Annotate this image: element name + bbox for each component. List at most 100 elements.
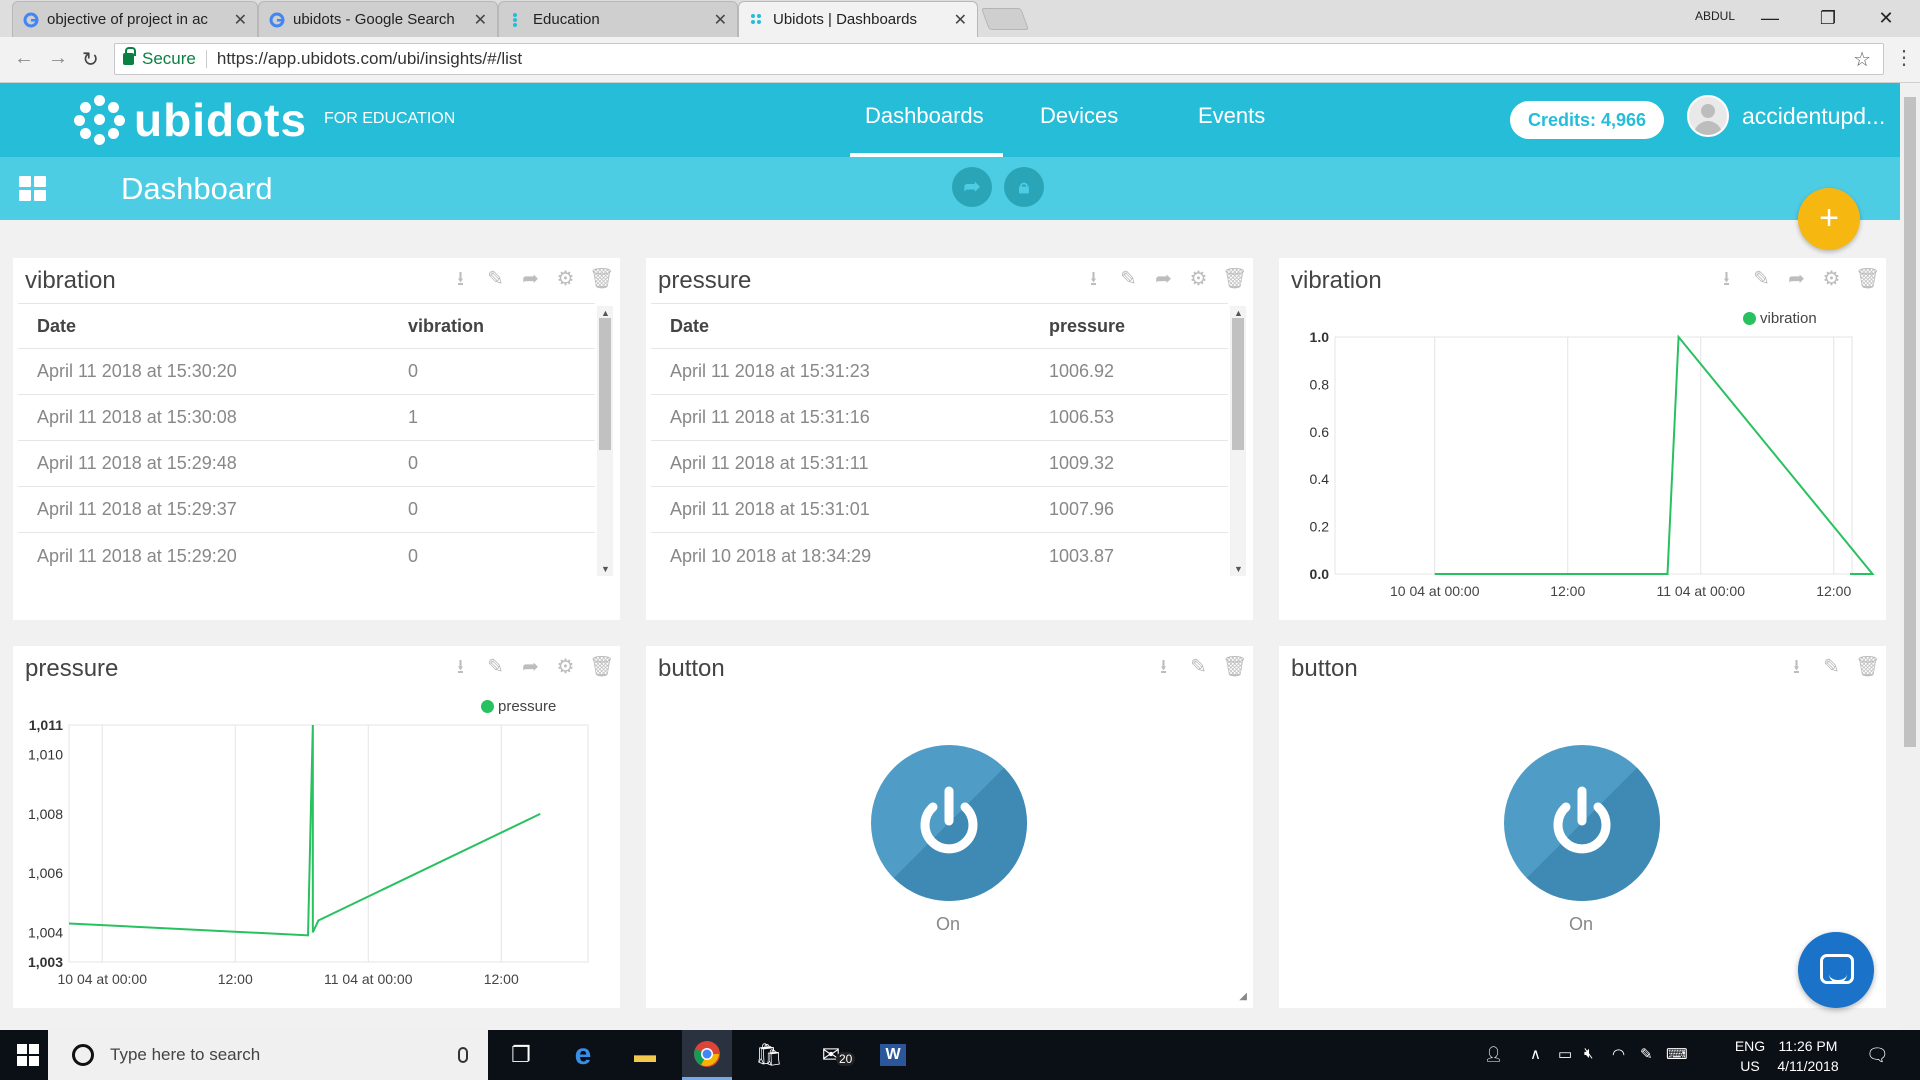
file-explorer-icon[interactable]: ▬ [620, 1030, 670, 1080]
avatar[interactable] [1687, 95, 1729, 137]
widget-title: button [1291, 655, 1358, 682]
windows-start-icon[interactable] [17, 1044, 39, 1066]
microphone-icon[interactable] [458, 1047, 468, 1063]
share-icon[interactable]: ➦ [519, 268, 542, 291]
resize-handle-icon[interactable]: ◢ [1239, 991, 1247, 1002]
trash-icon[interactable]: 🗑︎ [1222, 268, 1247, 291]
language-indicator[interactable]: ENG US [1733, 1036, 1767, 1076]
taskbar-clock[interactable]: 11:26 PM 4/11/2018 [1773, 1036, 1843, 1076]
mail-icon[interactable]: ✉ 20 [806, 1030, 856, 1080]
add-widget-button[interactable]: + [1798, 188, 1860, 250]
action-center-icon[interactable]: 🗨︎ [1866, 1045, 1889, 1066]
download-icon[interactable]: ⭳ [1152, 656, 1175, 679]
ubidots-logo[interactable]: ubidots [74, 93, 307, 147]
page-title: Dashboard [121, 171, 273, 206]
reload-icon[interactable]: ↻ [82, 47, 99, 72]
secure-indicator[interactable]: Secure [123, 47, 196, 69]
nav-devices[interactable]: Devices [1040, 103, 1118, 129]
taskbar-search-box[interactable]: Type here to search [48, 1030, 488, 1080]
nav-events[interactable]: Events [1198, 103, 1265, 129]
table-row: April 11 2018 at 15:31:11 1009.32 [651, 441, 1228, 487]
download-icon[interactable]: ⭳ [1082, 268, 1105, 291]
close-window-icon[interactable]: ✕ [1866, 4, 1906, 32]
trash-icon[interactable]: 🗑︎ [589, 268, 614, 291]
power-toggle-button[interactable] [1504, 745, 1660, 901]
y-tick-label: 0.8 [1310, 376, 1330, 392]
volume-muted-icon[interactable]: 🔇︎ [1584, 1045, 1593, 1062]
x-tick-label: 11 04 at 00:00 [1657, 583, 1746, 599]
pressure-line-chart[interactable]: 10 04 at 00:00 12:00 11 04 at 00:00 12:00 1,… [13, 646, 620, 1008]
secure-label: Secure [142, 49, 196, 68]
power-icon [1553, 786, 1611, 854]
url-text: https://app.ubidots.com/ubi/insights/#/l… [216, 49, 523, 68]
x-tick-label: 12:00 [218, 971, 253, 987]
username[interactable]: accidentupd... [1742, 103, 1885, 130]
word-icon[interactable]: W [868, 1030, 918, 1080]
nav-dashboards[interactable]: Dashboards [865, 103, 984, 129]
menu-kebab-icon[interactable]: ⋮ [1894, 45, 1914, 70]
minimize-icon[interactable]: — [1750, 4, 1790, 32]
browser-tab-2[interactable]: ubidots - Google Search ✕ [258, 1, 498, 37]
address-bar: ← → ↻ Secure https://app.ubidots.com/ubi… [0, 37, 1920, 83]
edit-icon[interactable]: ✎ [1820, 656, 1843, 679]
settings-icon[interactable]: ⚙ [1187, 268, 1210, 291]
table-row: April 11 2018 at 15:30:20 0 [18, 349, 595, 395]
share-icon[interactable]: ➦ [1152, 268, 1175, 291]
back-icon[interactable]: ← [14, 47, 34, 70]
battery-icon[interactable]: ▭ [1558, 1045, 1572, 1063]
table-row: April 10 2018 at 18:34:29 1003.87 [670, 545, 1115, 566]
series-line-pressure[interactable] [68, 724, 541, 937]
y-tick-label: 1,003 [28, 954, 63, 970]
dashboards-grid-icon[interactable] [19, 176, 47, 202]
power-icon [920, 786, 978, 854]
download-icon[interactable]: ⭳ [449, 268, 472, 291]
table-row: April 11 2018 at 15:31:16 1006.53 [651, 395, 1228, 441]
ubidots-icon [513, 12, 517, 27]
trash-icon[interactable]: 🗑︎ [1222, 656, 1247, 679]
download-icon[interactable]: ⭳ [1785, 656, 1808, 679]
task-view-icon[interactable]: ❐ [496, 1030, 546, 1080]
pen-icon[interactable]: ✎ [1640, 1045, 1653, 1063]
x-tick-label: 12:00 [1816, 583, 1851, 599]
y-tick-label: 0.6 [1310, 424, 1330, 440]
bookmark-star-icon[interactable]: ☆ [1853, 47, 1871, 72]
table-scrollbar[interactable]: ▲ ▼ [597, 306, 613, 576]
trash-icon[interactable]: 🗑︎ [1855, 656, 1880, 679]
page-scrollbar[interactable] [1900, 83, 1920, 1030]
wifi-icon[interactable]: ◠ [1612, 1045, 1625, 1063]
chat-support-button[interactable] [1798, 932, 1874, 1008]
close-icon[interactable]: ✕ [474, 10, 487, 30]
chrome-icon[interactable] [682, 1030, 732, 1080]
restore-icon[interactable]: ❐ [1808, 4, 1848, 32]
people-icon[interactable]: 👤︎ [1484, 1045, 1503, 1063]
new-tab-button[interactable] [980, 8, 1030, 30]
keyboard-icon[interactable]: ⌨ [1666, 1045, 1688, 1063]
power-toggle-button[interactable] [871, 745, 1027, 901]
close-icon[interactable]: ✕ [714, 10, 727, 30]
edge-browser-icon[interactable]: e [558, 1030, 608, 1080]
lock-dashboard-icon[interactable]: 🔒︎ [1004, 167, 1044, 207]
close-icon[interactable]: ✕ [234, 10, 247, 30]
edit-icon[interactable]: ✎ [484, 268, 507, 291]
show-hidden-icons-icon[interactable]: ∧ [1530, 1045, 1541, 1063]
credits-badge[interactable]: Credits: 4,966 [1510, 101, 1664, 139]
edit-icon[interactable]: ✎ [1187, 656, 1210, 679]
vibration-table-widget: vibration ⭳ ✎ ➦ ⚙ 🗑︎ Date vibration April 11 … [13, 258, 620, 620]
y-tick-label: 1.0 [1310, 329, 1330, 345]
browser-tab-3[interactable]: Education ✕ [498, 1, 738, 37]
vibration-line-chart[interactable]: 10 04 at 00:00 12:00 11 04 at 00:00 12:00 1.… [1279, 258, 1886, 620]
series-line-vibration[interactable] [1434, 334, 1875, 575]
close-icon[interactable]: ✕ [954, 10, 967, 30]
url-input[interactable]: Secure https://app.ubidots.com/ubi/insig… [114, 43, 1884, 75]
browser-tab-1[interactable]: objective of project in ac ✕ [12, 1, 258, 37]
table-row: April 11 2018 at 15:29:20 0 [37, 545, 419, 566]
widget-title: pressure [658, 267, 752, 294]
store-icon[interactable]: 🛍︎ [744, 1030, 794, 1080]
edit-icon[interactable]: ✎ [1117, 268, 1140, 291]
browser-tab-4[interactable]: Ubidots | Dashboards ✕ [738, 1, 978, 37]
forward-icon[interactable]: → [48, 47, 68, 70]
settings-icon[interactable]: ⚙ [554, 268, 577, 291]
table-scrollbar[interactable]: ▲ ▼ [1230, 306, 1246, 576]
share-dashboard-icon[interactable]: ➦ [952, 167, 992, 207]
tab-title: Ubidots | Dashboards [773, 11, 917, 28]
